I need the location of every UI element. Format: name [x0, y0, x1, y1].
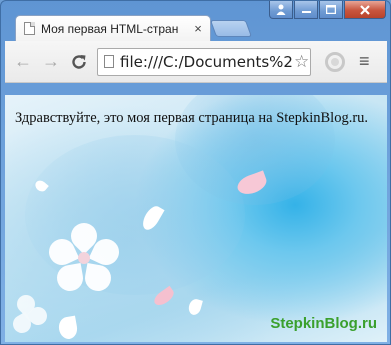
bookmark-star-icon[interactable]: ☆ [294, 52, 309, 72]
blossom-decoration [9, 291, 51, 337]
page-paragraph: Здравствуйте, это моя первая страница на… [15, 110, 369, 126]
blossom-decoration [44, 217, 124, 294]
title-bar: Моя первая HTML-стран × [1, 1, 390, 41]
browser-toolbar: ← → ☆ ≡ [5, 41, 387, 83]
page-favicon-icon [24, 22, 35, 35]
page-icon [104, 55, 114, 68]
browser-window: Моя первая HTML-стран × ← → file:///C:/D… [0, 0, 391, 345]
user-profile-button[interactable] [269, 1, 293, 19]
watermark: StepkinBlog.ru [270, 315, 377, 332]
window-controls [269, 1, 386, 19]
menu-icon: ≡ [359, 51, 370, 71]
close-window-button[interactable] [344, 1, 386, 19]
address-bar[interactable]: ☆ [97, 47, 311, 76]
back-button[interactable]: ← [11, 50, 35, 74]
extension-icon[interactable] [325, 51, 345, 72]
tab-title: Моя первая HTML-стран [41, 21, 179, 36]
chrome-menu-button[interactable]: ≡ [359, 51, 370, 72]
close-icon [360, 4, 370, 15]
address-input[interactable] [120, 52, 292, 71]
page-content: Здравствуйте, это моя первая страница на… [5, 95, 387, 342]
forward-arrow-icon: → [42, 51, 60, 71]
maximize-button[interactable] [319, 1, 343, 19]
maximize-icon [326, 5, 336, 14]
minimize-button[interactable] [294, 1, 318, 19]
new-tab-button[interactable] [209, 20, 253, 37]
tab-close-icon[interactable]: × [192, 21, 204, 36]
petal-decoration [187, 297, 203, 317]
reload-icon [72, 54, 86, 69]
minimize-icon [301, 11, 311, 13]
back-arrow-icon: ← [14, 51, 32, 71]
user-icon [276, 4, 286, 15]
petal-decoration [57, 315, 79, 341]
forward-button[interactable]: → [39, 50, 63, 74]
reload-button[interactable] [67, 50, 91, 74]
tab-active[interactable]: Моя первая HTML-стран × [15, 15, 211, 41]
